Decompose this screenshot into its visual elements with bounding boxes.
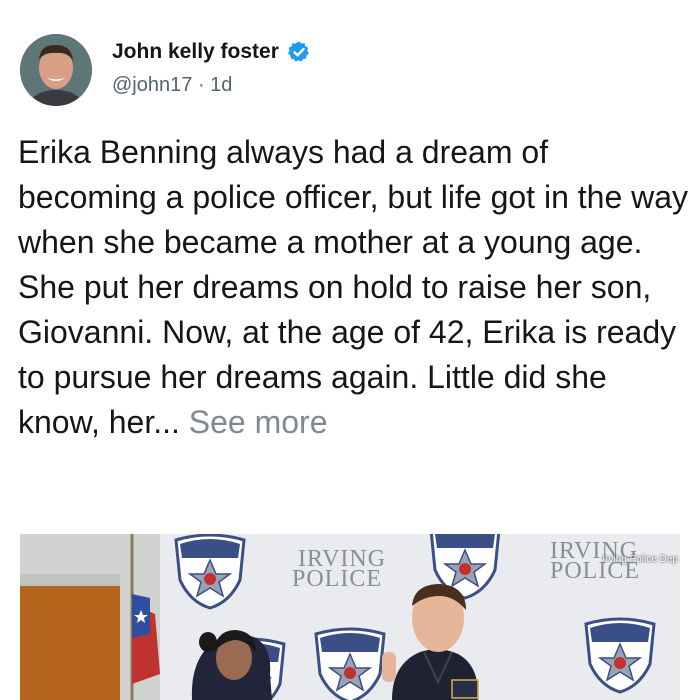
verified-badge-icon: [287, 41, 309, 62]
timestamp[interactable]: 1d: [210, 74, 232, 96]
tweet-text: Erika Benning always had a dream of beco…: [18, 134, 689, 440]
separator: ·: [197, 74, 205, 96]
author-row: John kelly foster: [112, 40, 311, 64]
see-more-link[interactable]: See more: [189, 404, 328, 440]
handle-row: @john17 · 1d: [112, 74, 232, 97]
author-handle[interactable]: @john17: [112, 74, 192, 96]
backdrop-text-police-1: POLICE: [292, 566, 382, 592]
tweet-photo[interactable]: IRVING POLICE IRVING POLICE Irving Polic…: [20, 534, 680, 700]
photo-credit: Irving Police Dep: [602, 554, 678, 565]
tweet-body: Erika Benning always had a dream of beco…: [18, 130, 690, 445]
tweet-header: John kelly foster @john17 · 1d: [20, 34, 680, 114]
avatar[interactable]: [20, 34, 92, 106]
author-name[interactable]: John kelly foster: [112, 40, 279, 64]
